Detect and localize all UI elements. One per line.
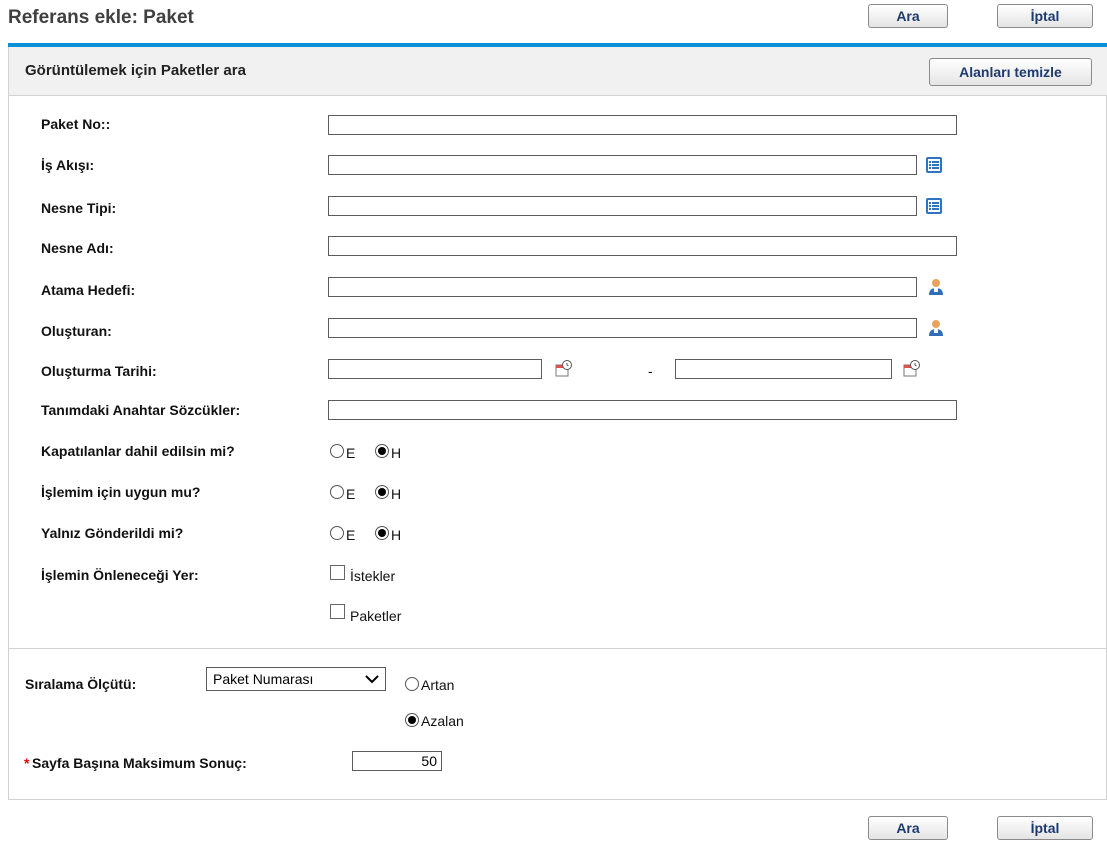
object-type-label: Nesne Tipi: <box>41 200 117 216</box>
sort-label: Sıralama Ölçütü: <box>25 676 137 692</box>
only-submitted-yes-label: E <box>346 527 356 543</box>
panel-title: Görüntülemek için Paketler ara <box>25 62 246 79</box>
cancel-button-bottom[interactable]: İptal <box>997 816 1093 840</box>
creation-date-label: Oluşturma Tarihi: <box>41 363 157 379</box>
workflow-label: İş Akışı: <box>41 157 95 173</box>
workflow-input[interactable] <box>328 155 917 175</box>
block-location-label: İşlemin Önleneceği Yer: <box>41 567 199 583</box>
include-closed-no-radio[interactable] <box>375 444 389 458</box>
object-name-input[interactable] <box>328 236 957 256</box>
sort-asc-label: Artan <box>421 677 455 693</box>
max-results-input[interactable] <box>352 751 442 771</box>
list-picker-icon[interactable] <box>925 156 943 174</box>
user-picker-icon[interactable] <box>927 278 945 296</box>
packages-checkbox[interactable] <box>330 604 345 619</box>
created-by-input[interactable] <box>328 318 917 338</box>
requests-checkbox-label: İstekler <box>350 568 396 584</box>
only-submitted-label: Yalnız Gönderildi mi? <box>41 525 184 541</box>
sort-asc-radio[interactable] <box>405 677 419 691</box>
actionable-no-radio[interactable] <box>375 485 389 499</box>
object-name-label: Nesne Adı: <box>41 240 114 256</box>
date-range-separator: - <box>648 363 653 379</box>
actionable-yes-radio[interactable] <box>330 485 344 499</box>
page-title: Referans ekle: Paket <box>8 7 194 28</box>
keywords-label: Tanımdaki Anahtar Sözcükler: <box>41 402 241 418</box>
chevron-down-icon <box>365 675 379 684</box>
actionable-no-label: H <box>391 486 402 502</box>
max-results-label: Sayfa Başına Maksimum Sonuç: <box>32 755 247 771</box>
section-divider <box>9 648 1107 649</box>
sort-select-value: Paket Numarası <box>213 671 314 687</box>
package-no-input[interactable] <box>328 115 957 135</box>
cancel-button-top[interactable]: İptal <box>997 4 1093 28</box>
sort-desc-radio[interactable] <box>405 713 419 727</box>
assigned-to-input[interactable] <box>328 277 917 297</box>
calendar-icon[interactable] <box>903 360 921 378</box>
object-type-input[interactable] <box>328 196 917 216</box>
list-picker-icon[interactable] <box>925 197 943 215</box>
only-submitted-no-radio[interactable] <box>375 526 389 540</box>
actionable-label: İşlemim için uygun mu? <box>41 484 201 500</box>
search-button-top[interactable]: Ara <box>868 4 948 28</box>
include-closed-yes-label: E <box>346 445 356 461</box>
actionable-yes-label: E <box>346 486 356 502</box>
user-picker-icon[interactable] <box>927 319 945 337</box>
packages-checkbox-label: Paketler <box>350 608 402 624</box>
requests-checkbox[interactable] <box>330 565 345 580</box>
required-indicator: * <box>24 755 30 771</box>
include-closed-label: Kapatılanlar dahil edilsin mi? <box>41 443 235 459</box>
assigned-to-label: Atama Hedefi: <box>41 282 136 298</box>
clear-fields-button[interactable]: Alanları temizle <box>929 58 1092 86</box>
package-no-label: Paket No:: <box>41 116 111 132</box>
include-closed-yes-radio[interactable] <box>330 444 344 458</box>
calendar-icon[interactable] <box>555 360 573 378</box>
include-closed-no-label: H <box>391 445 402 461</box>
sort-desc-label: Azalan <box>421 713 464 729</box>
creation-date-from-input[interactable] <box>328 359 542 379</box>
sort-select[interactable]: Paket Numarası <box>206 667 386 691</box>
only-submitted-yes-radio[interactable] <box>330 526 344 540</box>
creation-date-to-input[interactable] <box>675 359 892 379</box>
keywords-input[interactable] <box>328 400 957 420</box>
created-by-label: Oluşturan: <box>41 323 112 339</box>
only-submitted-no-label: H <box>391 527 402 543</box>
search-button-bottom[interactable]: Ara <box>868 816 948 840</box>
